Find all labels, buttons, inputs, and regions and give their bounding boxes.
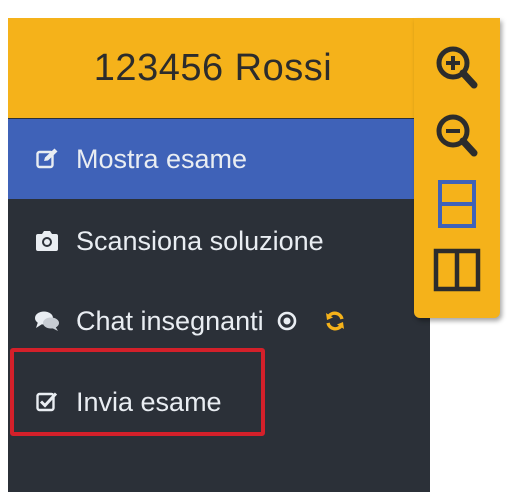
view-toolbar	[414, 18, 500, 318]
menu-item-scansiona-soluzione[interactable]: Scansiona soluzione	[8, 201, 418, 281]
menu-item-label: Scansiona soluzione	[76, 225, 324, 256]
zoom-in-icon	[434, 44, 480, 97]
split-horizontal-button[interactable]	[429, 176, 485, 236]
menu-item-label: Mostra esame	[76, 143, 248, 174]
zoom-out-button[interactable]	[429, 108, 485, 168]
zoom-in-button[interactable]	[429, 40, 485, 100]
radio-status-icon	[276, 310, 298, 332]
chat-icon	[34, 308, 60, 334]
student-title: 123456 Rossi	[93, 46, 333, 89]
student-header: 123456 Rossi	[8, 18, 418, 118]
zoom-out-icon	[434, 112, 480, 165]
split-vertical-icon	[433, 248, 481, 297]
menu-item-label: Chat insegnanti	[76, 305, 264, 336]
refresh-icon[interactable]	[324, 310, 346, 332]
menu-item-mostra-esame[interactable]: Mostra esame	[8, 119, 418, 199]
split-vertical-button[interactable]	[429, 242, 485, 302]
invia-esame-highlight	[10, 348, 265, 436]
camera-icon	[34, 228, 60, 254]
split-horizontal-icon	[437, 179, 477, 234]
edit-icon	[34, 146, 60, 172]
